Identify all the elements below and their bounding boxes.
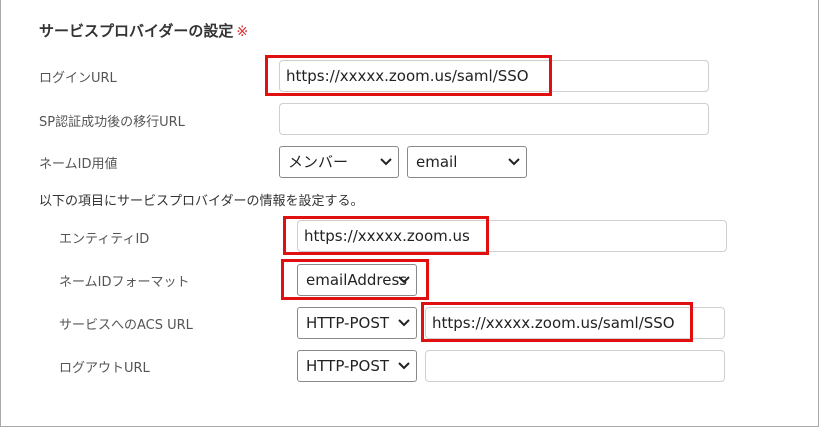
acs-url-label: サービスへのACS URL bbox=[59, 318, 193, 333]
name-id-format-select[interactable]: emailAddress bbox=[297, 264, 417, 296]
name-id-attribute-select[interactable]: email bbox=[407, 146, 527, 178]
name-id-value-label: ネームID用値 bbox=[39, 157, 118, 172]
sp-info-note: 以下の項目にサービスプロバイダーの情報を設定する。 bbox=[39, 194, 364, 209]
entity-id-label: エンティティID bbox=[59, 232, 150, 247]
required-mark: ※ bbox=[236, 24, 249, 40]
chevron-down-icon bbox=[398, 308, 410, 338]
chevron-down-icon bbox=[398, 265, 410, 295]
chevron-down-icon bbox=[508, 147, 520, 177]
sp-redirect-url-input[interactable] bbox=[279, 103, 709, 135]
logout-binding-select[interactable]: HTTP-POST bbox=[297, 350, 417, 382]
login-url-label: ログインURL bbox=[39, 71, 117, 86]
acs-binding-select[interactable]: HTTP-POST bbox=[297, 307, 417, 339]
logout-url-label: ログアウトURL bbox=[59, 361, 150, 376]
sp-settings-panel: サービスプロバイダーの設定 ※ ログインURL https://xxxxx.zoo… bbox=[0, 0, 819, 427]
login-url-input[interactable]: https://xxxxx.zoom.us/saml/SSO bbox=[279, 60, 709, 92]
name-id-source-select[interactable]: メンバー bbox=[279, 146, 399, 178]
section-title: サービスプロバイダーの設定 ※ bbox=[39, 22, 249, 40]
chevron-down-icon bbox=[398, 351, 410, 381]
acs-binding-value: HTTP-POST bbox=[306, 314, 390, 332]
name-id-format-label: ネームIDフォーマット bbox=[59, 275, 190, 290]
name-id-source-value: メンバー bbox=[288, 153, 349, 171]
acs-url-input[interactable]: https://xxxxx.zoom.us/saml/SSO bbox=[425, 307, 725, 339]
logout-binding-value: HTTP-POST bbox=[306, 357, 390, 375]
entity-id-input[interactable]: https://xxxxx.zoom.us bbox=[297, 220, 727, 252]
name-id-attribute-value: email bbox=[416, 153, 458, 171]
chevron-down-icon bbox=[380, 147, 392, 177]
name-id-format-value: emailAddress bbox=[306, 271, 408, 289]
sp-redirect-url-label: SP認証成功後の移行URL bbox=[39, 115, 185, 130]
logout-url-input[interactable] bbox=[425, 350, 725, 382]
